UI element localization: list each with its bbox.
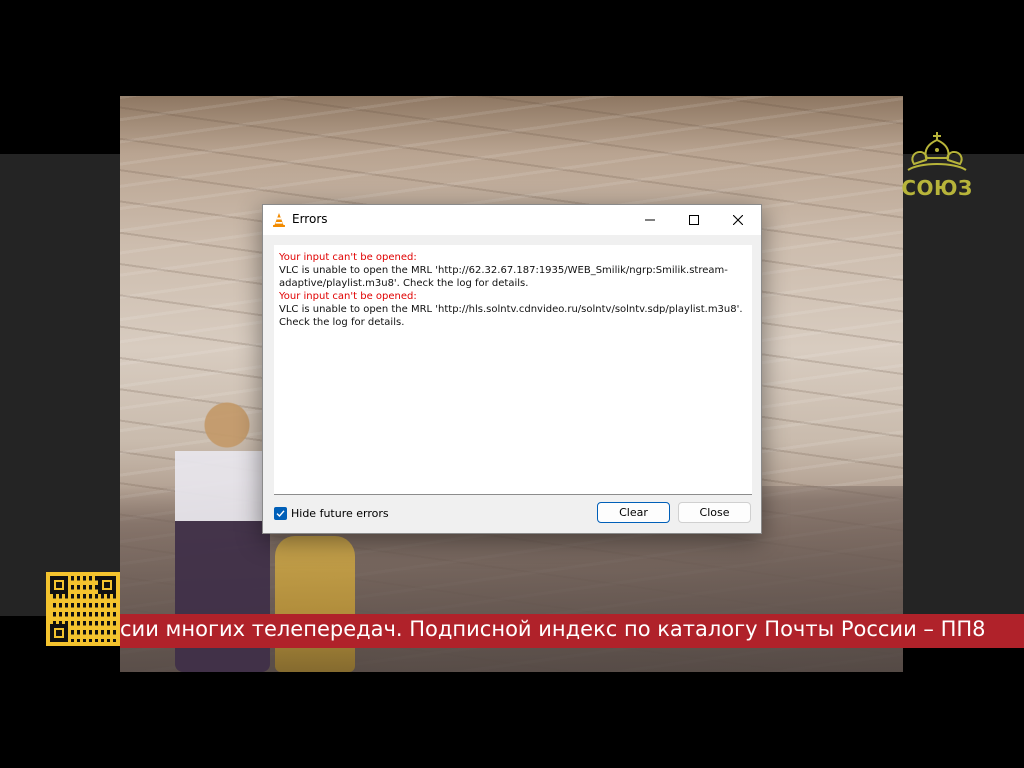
checkmark-icon: [276, 509, 285, 517]
error-detail: VLC is unable to open the MRL 'http://62…: [279, 265, 728, 289]
minimize-icon: [645, 219, 655, 221]
news-ticker: сии многих телепередач. Подписной индекс…: [120, 614, 1024, 648]
logo-text: СОЮЗ: [901, 176, 973, 200]
qr-finder: [50, 624, 68, 642]
close-button[interactable]: Close: [678, 502, 751, 523]
qr-finder: [98, 576, 116, 594]
person-figure: [275, 536, 355, 672]
close-window-button[interactable]: [715, 205, 761, 235]
errors-dialog: Errors Your input can't be opened: VLC i…: [262, 204, 762, 534]
error-heading: Your input can't be opened:: [279, 291, 417, 302]
church-dome-icon: [907, 132, 967, 171]
error-detail: VLC is unable to open the MRL 'http://hl…: [279, 304, 746, 328]
maximize-icon: [689, 215, 699, 225]
hide-future-errors-checkbox[interactable]: [274, 506, 287, 520]
clear-button[interactable]: Clear: [597, 502, 670, 523]
qr-finder: [50, 576, 68, 594]
error-heading: Your input can't be opened:: [279, 252, 417, 263]
minimize-button[interactable]: [627, 205, 673, 235]
hide-future-errors-option[interactable]: Hide future errors: [274, 505, 389, 521]
close-icon: [733, 215, 743, 225]
ticker-text: сии многих телепередач. Подписной индекс…: [120, 617, 986, 641]
error-log[interactable]: Your input can't be opened: VLC is unabl…: [274, 245, 752, 495]
hide-future-errors-label: Hide future errors: [291, 506, 389, 520]
vlc-cone-icon: [273, 213, 285, 227]
qr-code: [46, 572, 120, 646]
maximize-button[interactable]: [671, 205, 717, 235]
title-bar[interactable]: Errors: [263, 205, 761, 235]
dialog-title: Errors: [292, 212, 328, 226]
channel-logo: СОЮЗ: [900, 130, 974, 200]
